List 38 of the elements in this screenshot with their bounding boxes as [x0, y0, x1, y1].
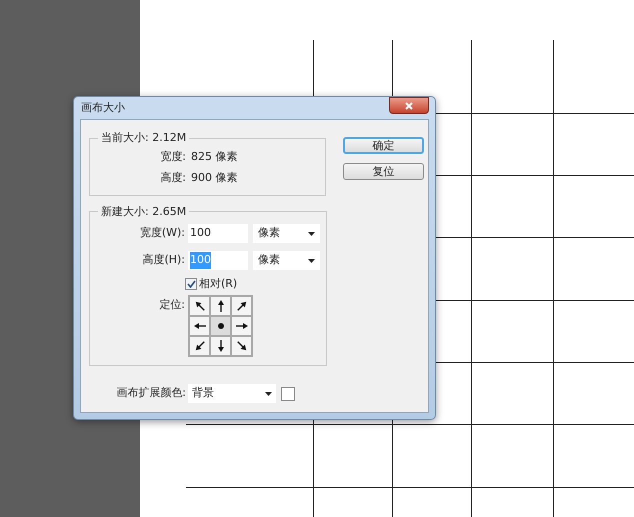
field-value: 900 像素 — [191, 170, 238, 186]
field-label: 宽度: — [159, 148, 186, 165]
close-icon — [405, 102, 413, 110]
color-dropdown[interactable]: 背景 — [188, 384, 276, 403]
arrow-icon — [234, 299, 248, 313]
field-label: 宽度(W): — [138, 225, 185, 242]
dropdown-arrow-icon — [308, 232, 315, 236]
field-label: 高度: — [159, 170, 186, 186]
color-swatch[interactable] — [281, 386, 295, 400]
unit-dropdown[interactable]: 像素 — [253, 251, 320, 270]
anchor-cell[interactable] — [231, 296, 252, 316]
dot-icon — [218, 323, 224, 329]
group-legend: 新建大小: 2.65M — [98, 204, 190, 220]
field-value: 825 像素 — [191, 148, 238, 165]
checkbox[interactable] — [185, 278, 197, 290]
field-label: 画布扩展颜色: — [115, 385, 186, 402]
anchor-cell[interactable] — [189, 336, 210, 356]
window-title: 画布大小 — [80, 100, 125, 116]
anchor-label: 定位: — [158, 297, 185, 313]
check-icon — [186, 280, 196, 288]
input-field[interactable]: 100 — [188, 224, 248, 243]
dropdown-arrow-icon — [308, 258, 315, 262]
anchor-cell[interactable] — [210, 296, 231, 316]
anchor-cell[interactable] — [231, 336, 252, 356]
anchor-cell[interactable] — [210, 336, 231, 356]
anchor-cell[interactable] — [189, 316, 210, 336]
group-legend: 当前大小: 2.12M — [98, 130, 190, 146]
checkbox-label: 相对(R) — [199, 276, 238, 292]
anchor-cell[interactable] — [231, 316, 252, 336]
dialog-button[interactable]: 确定 — [343, 137, 424, 154]
unit-dropdown[interactable]: 像素 — [253, 224, 320, 243]
anchor-cell[interactable] — [210, 316, 231, 336]
field-label: 高度(H): — [141, 252, 185, 268]
dropdown-arrow-icon — [265, 392, 272, 396]
arrow-icon — [234, 339, 248, 353]
anchor-cell[interactable] — [189, 296, 210, 316]
dialog-button[interactable]: 复位 — [343, 163, 424, 180]
close-button[interactable] — [389, 97, 429, 114]
